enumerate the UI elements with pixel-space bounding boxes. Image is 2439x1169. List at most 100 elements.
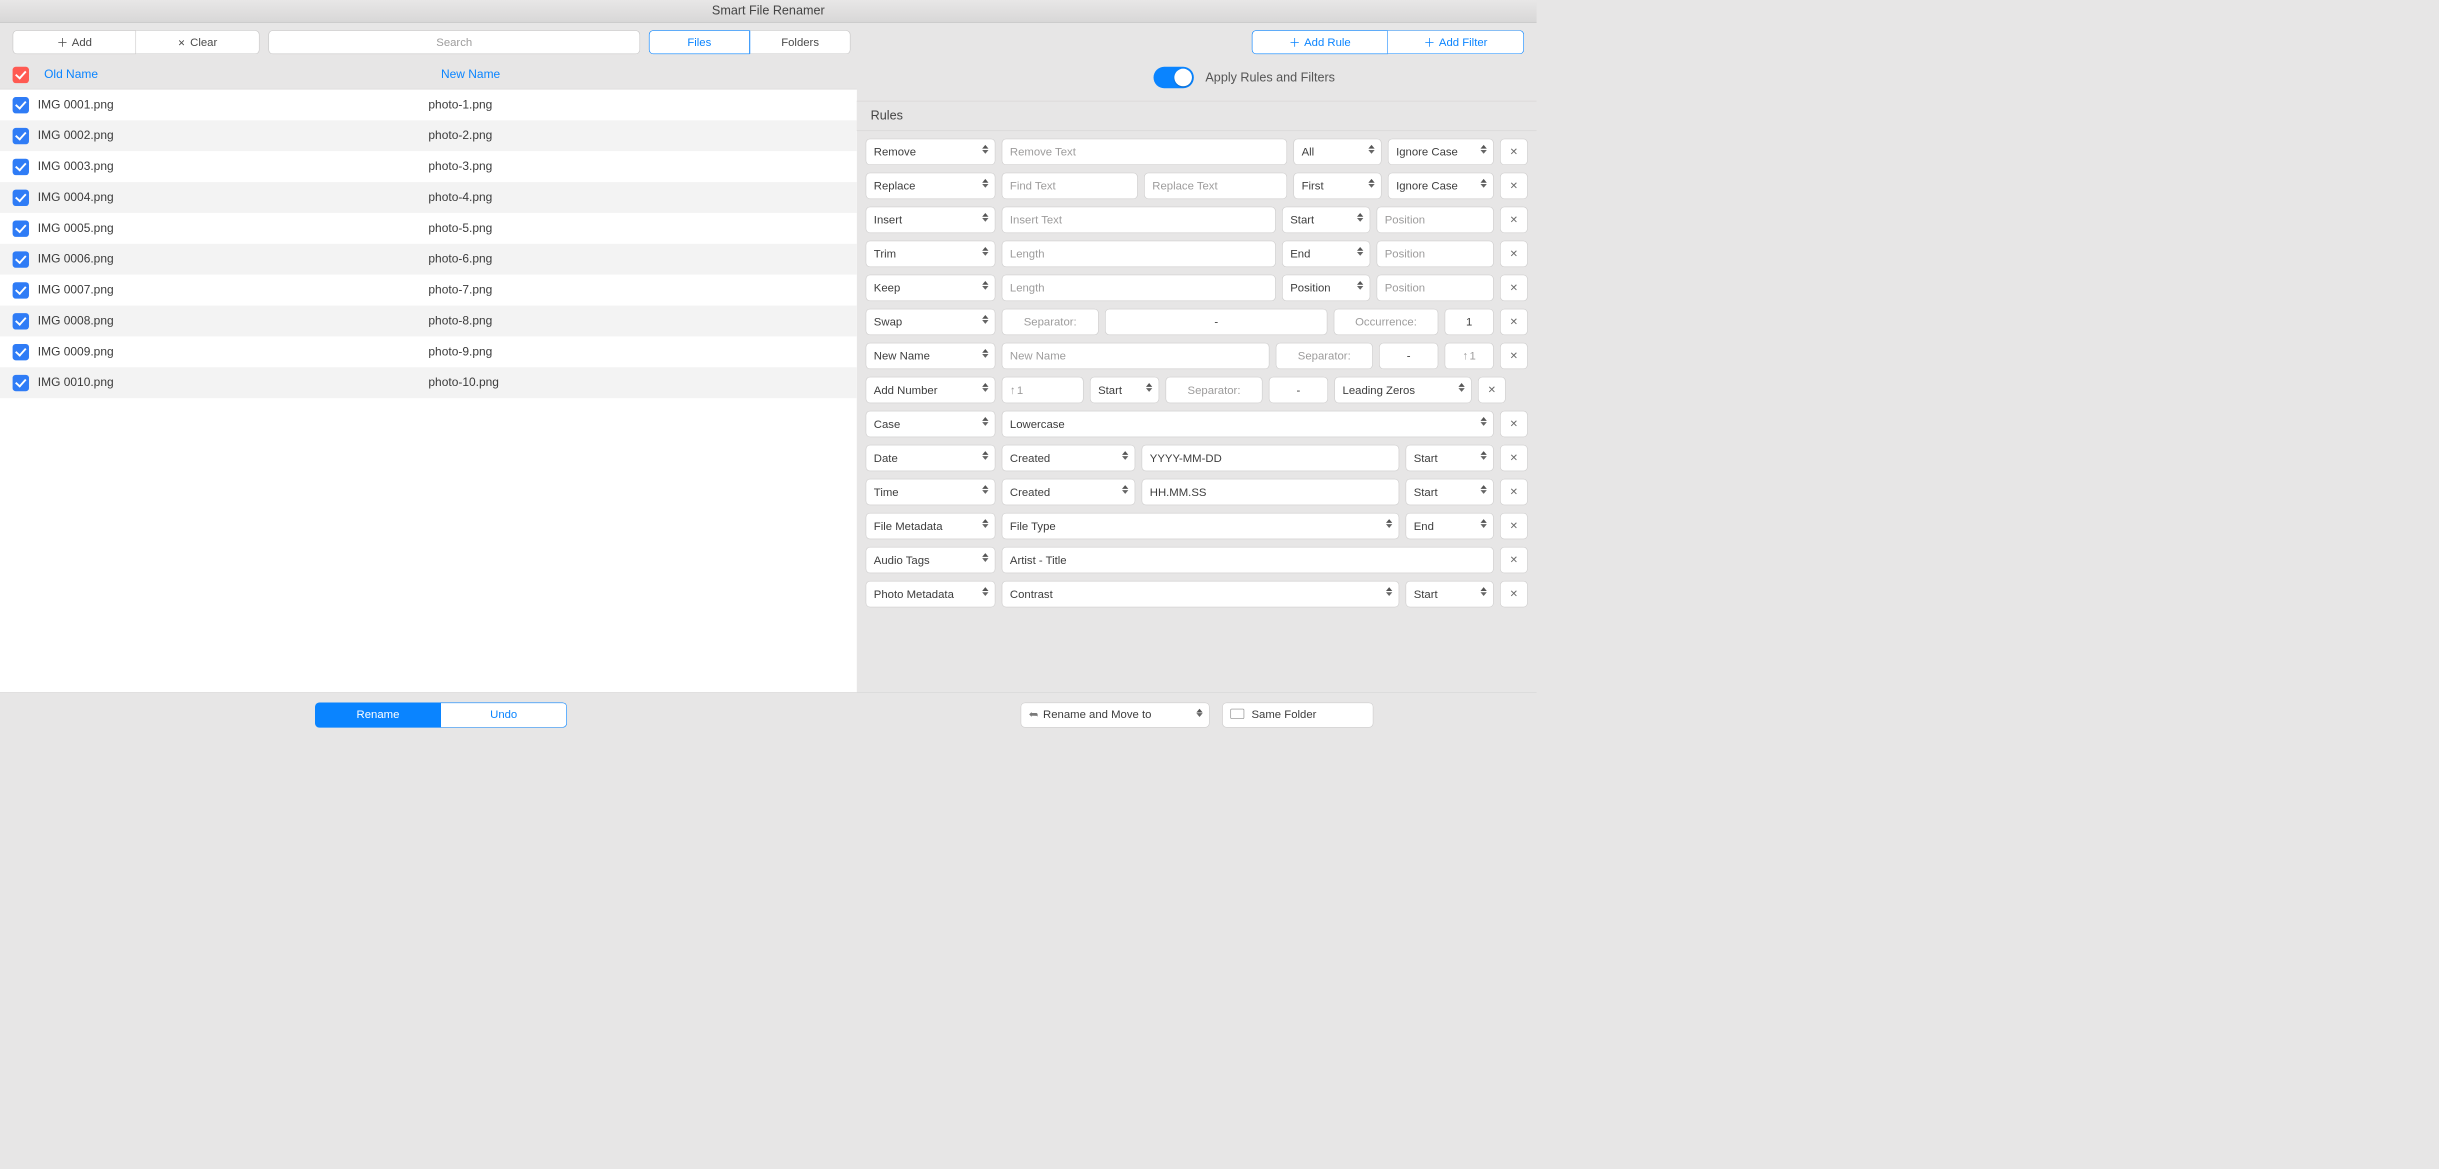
col-new-name[interactable]: New Name	[441, 68, 500, 82]
photometa-field-select[interactable]: Contrast	[1002, 581, 1400, 607]
time-at-select[interactable]: Start	[1406, 479, 1494, 505]
replace-case-select[interactable]: Ignore Case	[1388, 173, 1494, 199]
row-checkbox[interactable]	[13, 344, 29, 360]
filemeta-rule-close[interactable]	[1500, 513, 1528, 539]
trim-length-input[interactable]: Length	[1002, 241, 1276, 267]
table-row[interactable]: IMG 0010.pngphoto-10.png	[0, 367, 857, 398]
date-format-input[interactable]: YYYY-MM-DD	[1142, 445, 1400, 471]
add-rule-button[interactable]: Add Rule	[1252, 30, 1388, 54]
addnum-seq-input[interactable]: 1	[1002, 377, 1084, 403]
audiotags-format-input[interactable]: Artist - Title	[1002, 547, 1494, 573]
newname-rule-close[interactable]	[1500, 343, 1528, 369]
date-source-select[interactable]: Created	[1002, 445, 1136, 471]
rule-action-select[interactable]: Swap	[866, 309, 996, 335]
date-rule-close[interactable]	[1500, 445, 1528, 471]
search-input[interactable]	[268, 30, 640, 54]
date-at-select[interactable]: Start	[1406, 445, 1494, 471]
row-checkbox[interactable]	[13, 282, 29, 298]
trim-at-select[interactable]: End	[1282, 241, 1370, 267]
col-old-name[interactable]: Old Name	[44, 68, 435, 82]
photometa-at-select[interactable]: Start	[1406, 581, 1494, 607]
time-source-select[interactable]: Created	[1002, 479, 1136, 505]
swap-rule-close[interactable]	[1500, 309, 1528, 335]
case-mode-select[interactable]: Lowercase	[1002, 411, 1494, 437]
swap-separator-input[interactable]: -	[1105, 309, 1327, 335]
rename-move-select[interactable]: Rename and Move to	[1020, 702, 1209, 727]
filemeta-at-select[interactable]: End	[1406, 513, 1494, 539]
rule-action-select[interactable]: Photo Metadata	[866, 581, 996, 607]
table-row[interactable]: IMG 0006.pngphoto-6.png	[0, 244, 857, 275]
time-format-input[interactable]: HH.MM.SS	[1142, 479, 1400, 505]
table-row[interactable]: IMG 0001.pngphoto-1.png	[0, 89, 857, 120]
undo-button[interactable]: Undo	[441, 702, 567, 727]
time-rule-close[interactable]	[1500, 479, 1528, 505]
insert-rule-close[interactable]	[1500, 207, 1528, 233]
find-text-input[interactable]: Find Text	[1002, 173, 1138, 199]
photometa-rule-close[interactable]	[1500, 581, 1528, 607]
rule-action-select[interactable]: File Metadata	[866, 513, 996, 539]
rule-action-select[interactable]: Case	[866, 411, 996, 437]
table-row[interactable]: IMG 0005.pngphoto-5.png	[0, 213, 857, 244]
keep-length-input[interactable]: Length	[1002, 275, 1276, 301]
rule-action-select[interactable]: Audio Tags	[866, 547, 996, 573]
rule-action-select[interactable]: Insert	[866, 207, 996, 233]
select-all-checkbox[interactable]	[13, 66, 29, 82]
rename-button[interactable]: Rename	[315, 702, 441, 727]
table-row[interactable]: IMG 0002.pngphoto-2.png	[0, 120, 857, 151]
table-row[interactable]: IMG 0009.pngphoto-9.png	[0, 336, 857, 367]
insert-at-select[interactable]: Start	[1282, 207, 1370, 233]
clear-button[interactable]: Clear	[136, 30, 259, 54]
filemeta-field-select[interactable]: File Type	[1002, 513, 1400, 539]
remove-text-input[interactable]: Remove Text	[1002, 139, 1287, 165]
rule-action-select[interactable]: Add Number	[866, 377, 996, 403]
addnum-separator-input[interactable]: -	[1269, 377, 1328, 403]
add-button[interactable]: Add	[13, 30, 136, 54]
row-checkbox[interactable]	[13, 251, 29, 267]
rule-action-select[interactable]: Trim	[866, 241, 996, 267]
insert-text-input[interactable]: Insert Text	[1002, 207, 1276, 233]
remove-case-select[interactable]: Ignore Case	[1388, 139, 1494, 165]
remove-rule-close[interactable]	[1500, 139, 1528, 165]
replace-rule-close[interactable]	[1500, 173, 1528, 199]
addnum-leadingzeros-select[interactable]: Leading Zeros	[1334, 377, 1471, 403]
table-row[interactable]: IMG 0004.pngphoto-4.png	[0, 182, 857, 213]
same-folder-button[interactable]: Same Folder	[1222, 702, 1373, 727]
row-checkbox[interactable]	[13, 97, 29, 113]
newname-input[interactable]: New Name	[1002, 343, 1270, 369]
addnum-at-select[interactable]: Start	[1090, 377, 1159, 403]
keep-rule-close[interactable]	[1500, 275, 1528, 301]
addnum-rule-close[interactable]	[1478, 377, 1506, 403]
row-checkbox[interactable]	[13, 189, 29, 205]
row-checkbox[interactable]	[13, 158, 29, 174]
keep-position-input[interactable]: Position	[1377, 275, 1494, 301]
row-checkbox[interactable]	[13, 313, 29, 329]
separator-label: Separator:	[1166, 377, 1263, 403]
case-rule-close[interactable]	[1500, 411, 1528, 437]
newname-seq-input[interactable]: 1	[1445, 343, 1494, 369]
trim-rule-close[interactable]	[1500, 241, 1528, 267]
remove-scope-select[interactable]: All	[1293, 139, 1381, 165]
replace-text-input[interactable]: Replace Text	[1144, 173, 1287, 199]
replace-scope-select[interactable]: First	[1293, 173, 1381, 199]
row-checkbox[interactable]	[13, 128, 29, 144]
tab-files[interactable]: Files	[649, 30, 750, 54]
rule-action-select[interactable]: Remove	[866, 139, 996, 165]
rule-action-select[interactable]: Replace	[866, 173, 996, 199]
rule-action-select[interactable]: Time	[866, 479, 996, 505]
table-row[interactable]: IMG 0003.pngphoto-3.png	[0, 151, 857, 182]
row-checkbox[interactable]	[13, 375, 29, 391]
row-checkbox[interactable]	[13, 220, 29, 236]
rule-action-select[interactable]: Date	[866, 445, 996, 471]
table-row[interactable]: IMG 0007.pngphoto-7.png	[0, 275, 857, 306]
keep-at-select[interactable]: Position	[1282, 275, 1370, 301]
swap-occurrence-input[interactable]: 1	[1445, 309, 1494, 335]
insert-position-input[interactable]: Position	[1377, 207, 1494, 233]
tab-folders[interactable]: Folders	[750, 30, 851, 54]
add-filter-button[interactable]: Add Filter	[1388, 30, 1524, 54]
rule-action-select[interactable]: Keep	[866, 275, 996, 301]
table-row[interactable]: IMG 0008.pngphoto-8.png	[0, 306, 857, 337]
audiotags-rule-close[interactable]	[1500, 547, 1528, 573]
rule-action-select[interactable]: New Name	[866, 343, 996, 369]
newname-separator-input[interactable]: -	[1379, 343, 1438, 369]
trim-position-input[interactable]: Position	[1377, 241, 1494, 267]
